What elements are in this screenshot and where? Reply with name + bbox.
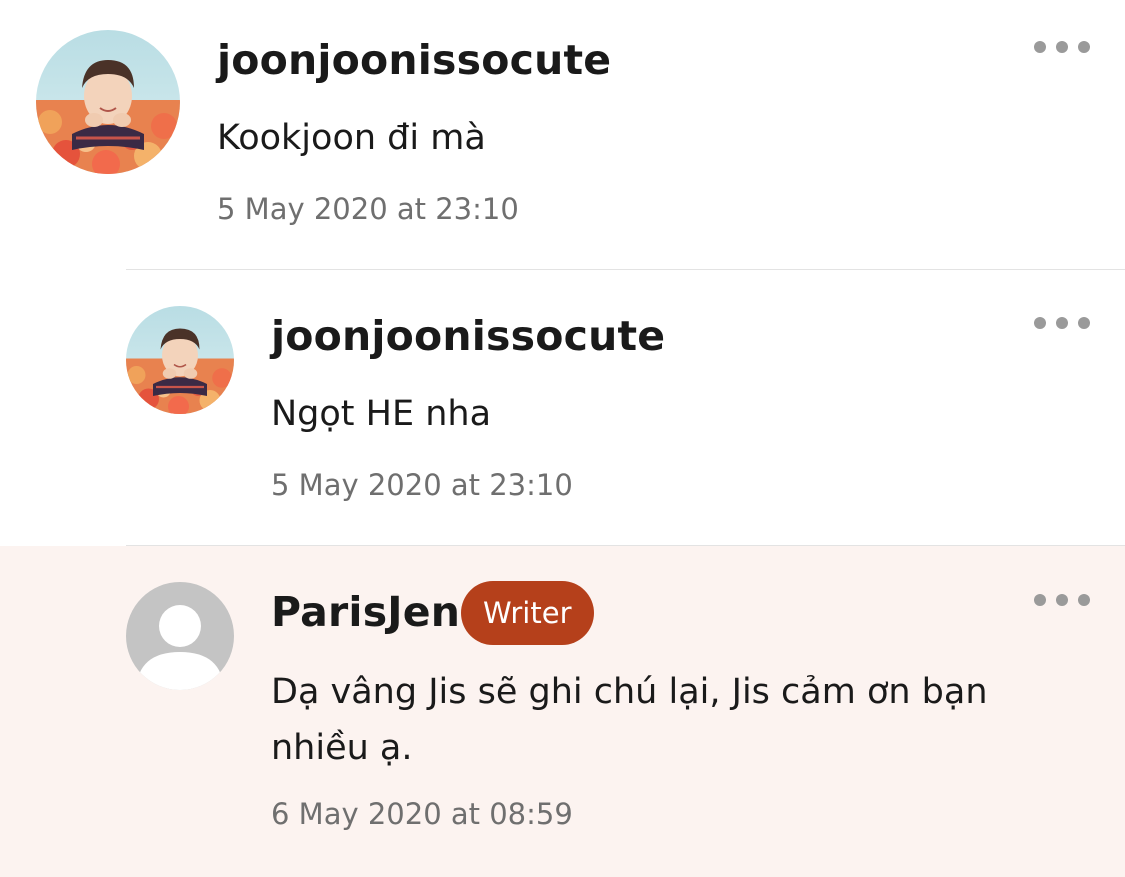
comment-item: joonjoonissocute Kookjoon đi mà 5 May 20… [0, 0, 1125, 270]
writer-badge: Writer [461, 581, 594, 645]
more-horizontal-icon [1034, 594, 1046, 606]
writer-reply-item: ParisJen Writer Dạ vâng Jis sẽ ghi chú l… [0, 546, 1125, 877]
comment-reply-item: joonjoonissocute Ngọt HE nha 5 May 2020 … [0, 270, 1125, 546]
username[interactable]: ParisJen [271, 588, 460, 636]
comment-timestamp: 5 May 2020 at 23:10 [271, 468, 573, 502]
comment-timestamp: 5 May 2020 at 23:10 [217, 192, 519, 226]
username[interactable]: joonjoonissocute [271, 312, 665, 360]
more-options-button[interactable] [1034, 592, 1090, 608]
avatar[interactable] [36, 30, 180, 174]
avatar[interactable] [126, 582, 234, 690]
comment-text: Kookjoon đi mà [217, 118, 486, 158]
more-options-button[interactable] [1034, 315, 1090, 331]
comment-text: Dạ vâng Jis sẽ ghi chú lại, Jis cảm ơn b… [271, 672, 988, 768]
avatar[interactable] [126, 306, 234, 414]
more-options-button[interactable] [1034, 39, 1090, 55]
more-horizontal-icon [1034, 41, 1046, 53]
comments-thread: joonjoonissocute Kookjoon đi mà 5 May 20… [0, 0, 1125, 877]
more-horizontal-icon [1034, 317, 1046, 329]
comment-text: Ngọt HE nha [271, 394, 492, 434]
comment-timestamp: 6 May 2020 at 08:59 [271, 797, 573, 831]
user-photo-avatar [126, 306, 234, 414]
username[interactable]: joonjoonissocute [217, 36, 611, 84]
user-photo-avatar [36, 30, 180, 174]
default-person-avatar [126, 582, 234, 690]
